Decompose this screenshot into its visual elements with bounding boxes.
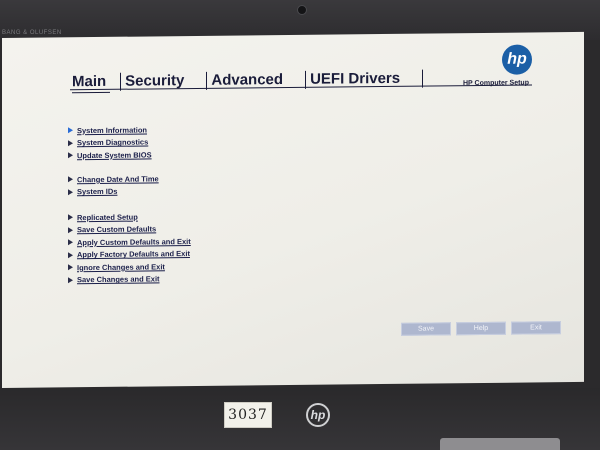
arrow-right-icon	[68, 227, 73, 234]
hp-bezel-logo: hp	[306, 403, 330, 427]
arrow-right-icon	[68, 152, 73, 159]
menu-group-defaults: Replicated Setup Save Custom Defaults Ap…	[68, 210, 191, 286]
menu-item-system-ids[interactable]: System IDs	[68, 185, 159, 198]
menu-item-system-information[interactable]: System Information	[68, 123, 152, 136]
hp-logo: hp	[502, 44, 532, 75]
menu-group-system: System Information System Diagnostics Up…	[68, 123, 152, 161]
exit-button[interactable]: Exit	[511, 321, 561, 335]
arrow-right-icon	[68, 176, 73, 183]
page-subtitle: HP Computer Setup	[463, 79, 529, 88]
menu-item-update-system-bios[interactable]: Update System BIOS	[68, 148, 152, 161]
menu-item-label: Update System BIOS	[77, 150, 152, 160]
menu-item-label: Save Custom Defaults	[77, 224, 157, 235]
arrow-right-icon	[68, 140, 73, 147]
menu-item-label: Replicated Setup	[77, 212, 138, 222]
arrow-right-icon	[68, 277, 73, 284]
help-button[interactable]: Help	[456, 321, 506, 336]
asset-sticker: 3037	[224, 402, 272, 428]
arrow-right-icon	[68, 264, 73, 271]
hinge	[440, 438, 560, 450]
menu-item-label: System Information	[77, 125, 148, 135]
menu-item-label: Apply Factory Defaults and Exit	[77, 249, 190, 260]
bios-screen: hp Main Security Advanced UEFI Drivers H…	[2, 31, 584, 388]
menu-item-label: Save Changes and Exit	[77, 274, 160, 285]
arrow-right-icon	[68, 239, 73, 246]
menu-item-label: Apply Custom Defaults and Exit	[77, 236, 191, 247]
menu-item-label: Change Date And Time	[77, 174, 159, 184]
menu-group-datetime: Change Date And Time System IDs	[68, 172, 159, 198]
webcam	[297, 5, 307, 15]
brand-strip: BANG & OLUFSEN	[2, 30, 62, 36]
menu-item-label: Ignore Changes and Exit	[77, 262, 165, 272]
menu-item-label: System IDs	[77, 187, 118, 197]
arrow-right-icon	[68, 189, 73, 196]
arrow-right-icon	[68, 127, 73, 134]
footer-buttons: Save Help Exit	[401, 321, 566, 336]
save-button[interactable]: Save	[401, 322, 451, 336]
arrow-right-icon	[68, 252, 73, 259]
menu-item-system-diagnostics[interactable]: System Diagnostics	[68, 136, 152, 149]
menu-item-save-changes[interactable]: Save Changes and Exit	[68, 273, 191, 287]
active-tab-indicator	[72, 91, 110, 94]
menu-item-label: System Diagnostics	[77, 137, 149, 148]
menu-item-change-date-and-time[interactable]: Change Date And Time	[68, 172, 159, 185]
arrow-right-icon	[68, 214, 73, 221]
